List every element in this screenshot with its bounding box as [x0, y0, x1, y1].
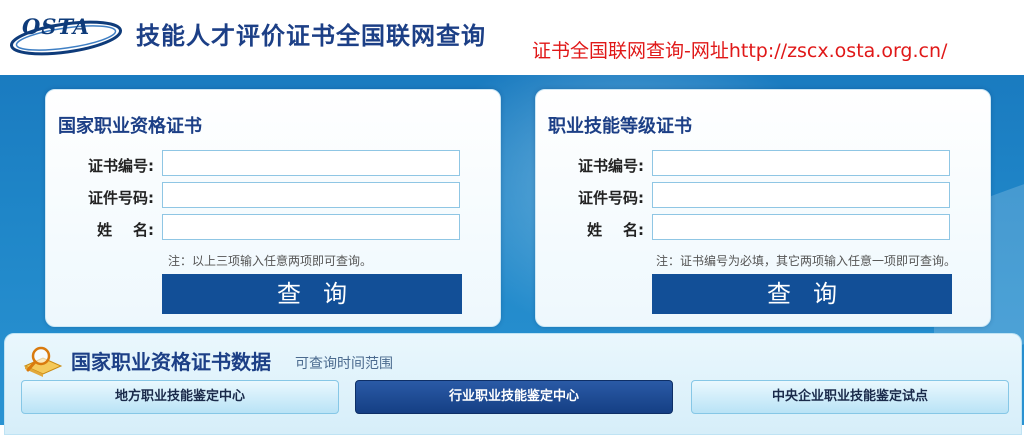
query-button[interactable]: 查询	[652, 274, 952, 314]
cert-data-panel: 国家职业资格证书数据 可查询时间范围 地方职业技能鉴定中心 行业职业技能鉴定中心…	[4, 333, 1022, 435]
cert-number-input[interactable]	[162, 150, 460, 176]
site-header: OSTA 技能人才评价证书全国联网查询 证书全国联网查询-网址http://zs…	[0, 0, 1024, 75]
magnifier-book-icon	[23, 346, 63, 377]
tab-central-enterprise-pilot[interactable]: 中央企业职业技能鉴定试点	[691, 380, 1009, 414]
cert-number-row: 证书编号:	[46, 150, 500, 178]
cert-number-input[interactable]	[652, 150, 950, 176]
name-row: 姓 名:	[46, 214, 500, 242]
skill-level-cert-query-card: 职业技能等级证书 证书编号: 证件号码: 姓 名: 注：证书编号为必填，其它两项…	[535, 89, 991, 327]
card-title: 职业技能等级证书	[548, 116, 692, 137]
id-number-row: 证件号码:	[46, 182, 500, 210]
id-number-label: 证件号码:	[88, 189, 154, 207]
cert-number-label: 证书编号:	[88, 157, 154, 175]
id-number-input[interactable]	[652, 182, 950, 208]
panel-subtitle: 可查询时间范围	[295, 356, 393, 372]
id-number-input[interactable]	[162, 182, 460, 208]
id-number-row: 证件号码:	[536, 182, 990, 210]
tab-local-center[interactable]: 地方职业技能鉴定中心	[21, 380, 339, 414]
name-input[interactable]	[652, 214, 950, 240]
name-row: 姓 名:	[536, 214, 990, 242]
osta-logo-text: OSTA	[22, 14, 91, 39]
page-title: 技能人才评价证书全国联网查询	[136, 22, 486, 50]
card-title: 国家职业资格证书	[58, 116, 202, 137]
name-label: 姓 名:	[97, 221, 154, 239]
query-note: 注：以上三项输入任意两项即可查询。	[168, 254, 373, 268]
query-button[interactable]: 查询	[162, 274, 462, 314]
name-label: 姓 名:	[587, 221, 644, 239]
cert-number-row: 证书编号:	[536, 150, 990, 178]
name-input[interactable]	[162, 214, 460, 240]
id-number-label: 证件号码:	[578, 189, 644, 207]
url-notice: 证书全国联网查询-网址http://zscx.osta.org.cn/	[532, 40, 948, 62]
national-cert-query-card: 国家职业资格证书 证书编号: 证件号码: 姓 名: 注：以上三项输入任意两项即可…	[45, 89, 501, 327]
tab-industry-center[interactable]: 行业职业技能鉴定中心	[355, 380, 673, 414]
query-note: 注：证书编号为必填，其它两项输入任意一项即可查询。	[655, 254, 956, 268]
panel-title: 国家职业资格证书数据	[71, 350, 271, 374]
cert-number-label: 证书编号:	[578, 157, 644, 175]
